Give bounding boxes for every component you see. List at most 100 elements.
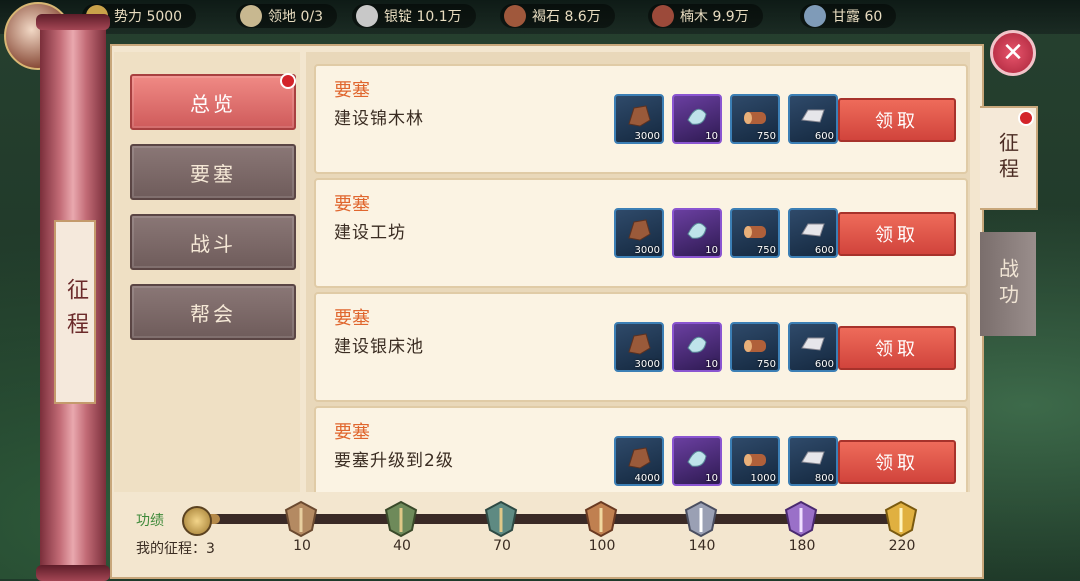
tab-guild[interactable]: 帮会 bbox=[130, 284, 296, 340]
reward-dew[interactable]: 10 bbox=[672, 322, 722, 372]
reward-count: 750 bbox=[756, 131, 776, 142]
dew-icon bbox=[687, 108, 707, 125]
milestone-medal-green[interactable] bbox=[382, 500, 420, 538]
my-progress: 我的征程：3 bbox=[136, 541, 215, 557]
reward-count: 750 bbox=[756, 359, 776, 370]
tab-fortress[interactable]: 要塞 bbox=[130, 144, 296, 200]
milestone-medal-gold[interactable] bbox=[882, 500, 920, 538]
claim-button[interactable]: 领取 bbox=[838, 98, 956, 142]
milestone-medal-purple[interactable] bbox=[782, 500, 820, 538]
silver-icon bbox=[356, 5, 378, 27]
reward-silver[interactable]: 600 bbox=[788, 94, 838, 144]
close-icon: ✕ bbox=[1002, 38, 1024, 68]
dew-icon bbox=[687, 222, 707, 239]
tab-label: 征程 bbox=[995, 132, 1020, 184]
reward-count: 600 bbox=[814, 245, 834, 256]
reward-count: 600 bbox=[814, 359, 834, 370]
reward-count: 600 bbox=[814, 131, 834, 142]
reward-dew[interactable]: 10 bbox=[672, 208, 722, 258]
task-category: 要塞 bbox=[334, 80, 370, 101]
wood-icon bbox=[744, 340, 766, 352]
resource-label: 势力 5000 bbox=[114, 9, 183, 25]
silver-icon bbox=[801, 109, 825, 123]
milestone-medal-orange[interactable] bbox=[582, 500, 620, 538]
task-description: 要塞升级到2级 bbox=[334, 451, 454, 471]
stone-icon bbox=[628, 105, 651, 127]
resource-label: 领地 0/3 bbox=[268, 9, 323, 25]
tab-overview[interactable]: 总览 bbox=[130, 74, 296, 130]
tab-merit[interactable]: 战功 bbox=[980, 232, 1036, 336]
medal-icon bbox=[884, 500, 918, 538]
tab-label: 战斗 bbox=[190, 231, 236, 256]
silver-icon bbox=[801, 451, 825, 465]
task-card: 要塞 建设工坊 3000 10 750 600 领取 bbox=[314, 178, 968, 288]
reward-silver[interactable]: 800 bbox=[788, 436, 838, 486]
stone-icon bbox=[628, 333, 651, 355]
claim-button[interactable]: 领取 bbox=[838, 326, 956, 370]
reward-count: 800 bbox=[814, 473, 834, 484]
dew-icon bbox=[804, 5, 826, 27]
milestone-medal-teal[interactable] bbox=[482, 500, 520, 538]
medal-icon bbox=[484, 500, 518, 538]
wood-icon bbox=[744, 226, 766, 238]
reward-wood[interactable]: 1000 bbox=[730, 436, 780, 486]
stone-icon bbox=[628, 219, 651, 241]
claim-label: 领取 bbox=[875, 225, 919, 246]
reward-wood[interactable]: 750 bbox=[730, 322, 780, 372]
tab-label: 总览 bbox=[190, 91, 236, 116]
scroll-title: 征程 bbox=[54, 220, 96, 404]
reward-stone[interactable]: 4000 bbox=[614, 436, 664, 486]
tab-label: 帮会 bbox=[190, 301, 236, 326]
stone-icon bbox=[628, 447, 651, 469]
resource-territory: 领地 0/3 bbox=[236, 4, 337, 28]
task-card: 要塞 要塞升级到2级 4000 10 1000 800 领取 bbox=[314, 406, 968, 492]
reward-count: 3000 bbox=[634, 359, 660, 370]
reward-stone[interactable]: 3000 bbox=[614, 94, 664, 144]
milestone-value: 100 bbox=[588, 538, 616, 554]
milestone-value: 140 bbox=[688, 538, 716, 554]
tab-battle[interactable]: 战斗 bbox=[130, 214, 296, 270]
milestone-value: 180 bbox=[788, 538, 816, 554]
medal-icon bbox=[584, 500, 618, 538]
milestone-value: 10 bbox=[293, 538, 311, 554]
reward-stone[interactable]: 3000 bbox=[614, 208, 664, 258]
medal-icon bbox=[284, 500, 318, 538]
stone-icon bbox=[504, 5, 526, 27]
medal-icon bbox=[684, 500, 718, 538]
close-button[interactable]: ✕ bbox=[990, 30, 1036, 76]
reward-stone[interactable]: 3000 bbox=[614, 322, 664, 372]
resource-dew: 甘露 60 bbox=[800, 4, 897, 28]
reward-wood[interactable]: 750 bbox=[730, 208, 780, 258]
reward-silver[interactable]: 600 bbox=[788, 322, 838, 372]
resource-label: 褐石 8.6万 bbox=[532, 9, 601, 25]
progress-start-icon bbox=[182, 506, 212, 536]
medal-icon bbox=[784, 500, 818, 538]
claim-button[interactable]: 领取 bbox=[838, 212, 956, 256]
notification-badge bbox=[280, 73, 296, 89]
task-card: 要塞 建设锦木林 3000 10 750 600 领取 bbox=[314, 64, 968, 174]
milestone-value: 220 bbox=[888, 538, 916, 554]
milestone-medal-bronze[interactable] bbox=[282, 500, 320, 538]
resource-label: 银锭 10.1万 bbox=[384, 9, 462, 25]
reward-dew[interactable]: 10 bbox=[672, 94, 722, 144]
reward-count: 10 bbox=[705, 131, 718, 142]
claim-button[interactable]: 领取 bbox=[838, 440, 956, 484]
milestone-medal-silver[interactable] bbox=[682, 500, 720, 538]
task-list[interactable]: 要塞 建设锦木林 3000 10 750 600 领取 要塞 建设工坊 3000 bbox=[306, 52, 970, 492]
task-category: 要塞 bbox=[334, 422, 370, 443]
claim-label: 领取 bbox=[875, 339, 919, 360]
reward-wood[interactable]: 750 bbox=[730, 94, 780, 144]
reward-dew[interactable]: 10 bbox=[672, 436, 722, 486]
reward-silver[interactable]: 600 bbox=[788, 208, 838, 258]
resource-bar: 势力 5000 领地 0/3 银锭 10.1万 褐石 8.6万 楠木 9.9万 … bbox=[0, 0, 1080, 34]
claim-label: 领取 bbox=[875, 111, 919, 132]
reward-count: 10 bbox=[705, 359, 718, 370]
reward-count: 1000 bbox=[750, 473, 776, 484]
medal-icon bbox=[384, 500, 418, 538]
task-description: 建设锦木林 bbox=[334, 109, 424, 129]
claim-label: 领取 bbox=[875, 453, 919, 474]
resource-silver: 银锭 10.1万 bbox=[352, 4, 476, 28]
wood-icon bbox=[652, 5, 674, 27]
notification-badge bbox=[1018, 110, 1034, 126]
reward-count: 4000 bbox=[634, 473, 660, 484]
